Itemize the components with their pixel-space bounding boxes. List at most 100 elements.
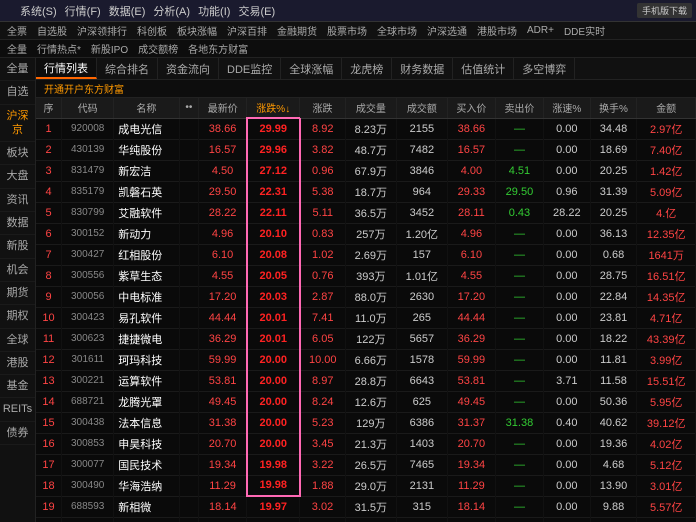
- nav2-global-market[interactable]: 全球市场: [374, 23, 420, 38]
- table-row[interactable]: 10300423易孔软件44.4420.017.4111.0万26544.44—…: [36, 307, 696, 328]
- col-price[interactable]: 最新价: [199, 98, 247, 118]
- nav-data[interactable]: 数据(E): [109, 3, 146, 19]
- tab-dde[interactable]: DDE监控: [219, 58, 281, 79]
- col-speed[interactable]: 涨速%: [543, 98, 590, 118]
- cell-mark: [179, 412, 199, 433]
- col-amt[interactable]: 成交额: [396, 98, 447, 118]
- table-row[interactable]: 14688721龙腾光罩49.4520.008.2412.6万62549.45—…: [36, 391, 696, 412]
- table-row[interactable]: 16300853申昊科技20.7020.003.4521.3万140320.70…: [36, 433, 696, 454]
- col-turnover[interactable]: 换手%: [590, 98, 637, 118]
- cell-price: 44.44: [199, 307, 247, 328]
- cell-sell: -0.06: [495, 517, 543, 522]
- cell-name: 捷捷微电: [114, 328, 179, 349]
- table-row[interactable]: 5830799艾融软件28.2222.115.1136.5万345228.110…: [36, 202, 696, 223]
- sidebar-item-global[interactable]: 全球: [0, 329, 35, 352]
- nav2-hk-market[interactable]: 港股市场: [474, 23, 520, 38]
- nav3-vol[interactable]: 成交额榜: [135, 41, 181, 56]
- tab-dragon-tiger[interactable]: 龙虎榜: [342, 58, 392, 79]
- nav3-all[interactable]: 全量: [4, 41, 30, 56]
- tab-market-list[interactable]: 行情列表: [36, 58, 97, 79]
- tab-longshort[interactable]: 多空博弈: [514, 58, 575, 79]
- sidebar-item-news[interactable]: 资讯: [0, 189, 35, 212]
- col-sell[interactable]: 卖出价: [495, 98, 543, 118]
- sidebar-item-reits[interactable]: REITs: [0, 398, 35, 421]
- table-row[interactable]: 13300221运算软件53.8120.008.9728.8万664353.81…: [36, 370, 696, 391]
- nav3-hotspot[interactable]: 行情热点*: [34, 41, 84, 56]
- mobile-download-btn[interactable]: 手机版下载: [637, 3, 692, 18]
- sidebar-item-newstock[interactable]: 新股: [0, 235, 35, 258]
- sidebar-item-block[interactable]: 板块: [0, 142, 35, 165]
- nav2-hundred[interactable]: 沪深百排: [224, 23, 270, 38]
- nav3-local[interactable]: 各地东方财富: [185, 41, 251, 56]
- cell-buy: 29.33: [447, 181, 495, 202]
- table-row[interactable]: 15300438法本信息31.3820.005.23129万638631.373…: [36, 412, 696, 433]
- tab-global-rise[interactable]: 全球涨幅: [281, 58, 342, 79]
- cell-speed: 0.00: [543, 139, 590, 160]
- sidebar-item-hushen[interactable]: 沪深京: [0, 105, 35, 143]
- sidebar-item-bigboard[interactable]: 大盘: [0, 165, 35, 188]
- subtab-open-account[interactable]: 开通开户东方财富: [40, 81, 128, 96]
- sidebar-item-fund[interactable]: 基金: [0, 375, 35, 398]
- table-row[interactable]: 2430139华纯股份16.5729.963.8248.7万748216.57—…: [36, 139, 696, 160]
- table-row[interactable]: 18300490华海浩纳11.2919.981.8829.0万213111.29…: [36, 475, 696, 496]
- nav2-financial-futures[interactable]: 金融期货: [274, 23, 320, 38]
- nav-system[interactable]: 系统(S): [20, 3, 57, 19]
- table-row[interactable]: 11300623捷捷微电36.2920.016.05122万565736.29—…: [36, 328, 696, 349]
- sidebar-item-hk[interactable]: 港股: [0, 352, 35, 375]
- nav2-hushentong[interactable]: 沪深选通: [424, 23, 470, 38]
- sidebar-item-options[interactable]: 期权: [0, 305, 35, 328]
- sidebar-item-bond[interactable]: 债券: [0, 422, 35, 445]
- nav2-stock-market[interactable]: 股票市场: [324, 23, 370, 38]
- table-row[interactable]: 12301611珂玛科技59.9920.0010.006.66万157859.9…: [36, 349, 696, 370]
- tab-financial[interactable]: 财务数据: [392, 58, 453, 79]
- tab-valuation[interactable]: 估值统计: [453, 58, 514, 79]
- nav-analysis[interactable]: 分析(A): [153, 3, 190, 19]
- table-row[interactable]: 8300556紫草生态4.5520.050.76393万1.01亿4.55—0.…: [36, 265, 696, 286]
- cell-code: 300077: [62, 454, 114, 475]
- cell-amt: 157: [396, 244, 447, 265]
- nav2-selfselect[interactable]: 自选股: [34, 23, 70, 38]
- nav2-kechuang[interactable]: 科创板: [134, 23, 170, 38]
- col-code[interactable]: 代码: [62, 98, 114, 118]
- table-row[interactable]: 1920008成电光信38.6629.998.928.23万215538.66—…: [36, 118, 696, 139]
- nav2-dde[interactable]: DDE实时: [561, 23, 608, 38]
- stock-table-wrapper[interactable]: 序 代码 名称 •• 最新价 涨跌%↓ 涨跌 成交量 成交额 买入价 卖出价 涨…: [36, 98, 696, 522]
- col-mktamt[interactable]: 金额: [637, 98, 696, 118]
- cell-price: 36.29: [199, 328, 247, 349]
- col-buy[interactable]: 买入价: [447, 98, 495, 118]
- table-row[interactable]: 9300056中电标准17.2020.032.8788.0万263017.20—…: [36, 286, 696, 307]
- cell-buy: 16.07: [447, 517, 495, 522]
- nav-function[interactable]: 功能(I): [198, 3, 230, 19]
- col-change[interactable]: 涨跌: [300, 98, 346, 118]
- nav2-blockrise[interactable]: 板块涨幅: [174, 23, 220, 38]
- nav2-ranking[interactable]: 沪深领排行: [74, 23, 130, 38]
- tab-capital-flow[interactable]: 资金流向: [158, 58, 219, 79]
- table-row[interactable]: 7300427红相股份6.1020.081.022.69万1576.10—0.0…: [36, 244, 696, 265]
- sidebar-item-all[interactable]: 全量: [0, 58, 35, 81]
- cell-speed: 0.00: [543, 433, 590, 454]
- table-row[interactable]: 3831479新宏洁4.5027.120.9667.9万38464.004.51…: [36, 160, 696, 181]
- sidebar-item-opportunity[interactable]: 机会: [0, 259, 35, 282]
- table-row[interactable]: 19688593新相微18.1419.973.0231.5万31518.14—0…: [36, 496, 696, 517]
- col-name[interactable]: 名称: [114, 98, 179, 118]
- cell-mktamt: 2.97亿: [637, 118, 696, 139]
- col-vol[interactable]: 成交量: [345, 98, 396, 118]
- tab-composite-rank[interactable]: 综合排名: [97, 58, 158, 79]
- nav-market[interactable]: 行情(F): [65, 3, 101, 19]
- cell-sell: —: [495, 391, 543, 412]
- sidebar-item-data[interactable]: 数据: [0, 212, 35, 235]
- nav-trade[interactable]: 交易(E): [238, 3, 275, 19]
- cell-seq: 3: [36, 160, 62, 181]
- col-pct[interactable]: 涨跌%↓: [247, 98, 300, 118]
- sidebar-item-selfselect[interactable]: 自选: [0, 81, 35, 104]
- table-row[interactable]: 4835179凯磐石英29.5022.315.3818.7万96429.3329…: [36, 181, 696, 202]
- nav2-all[interactable]: 全票: [4, 23, 30, 38]
- table-row[interactable]: 17300077国民技术19.3419.983.2226.5万746519.34…: [36, 454, 696, 475]
- table-row[interactable]: 6300152新动力4.9620.100.83257万1.20亿4.96—0.0…: [36, 223, 696, 244]
- sidebar-item-futures[interactable]: 期货: [0, 282, 35, 305]
- cell-name: 新宏洁: [114, 160, 179, 181]
- nav3-newstock[interactable]: 新股IPO: [88, 41, 131, 56]
- table-row[interactable]: 20300679电明旺16.0719.932.67213万5.05亿16.07-…: [36, 517, 696, 522]
- nav2-adr[interactable]: ADR+: [524, 25, 557, 36]
- cell-mark: [179, 223, 199, 244]
